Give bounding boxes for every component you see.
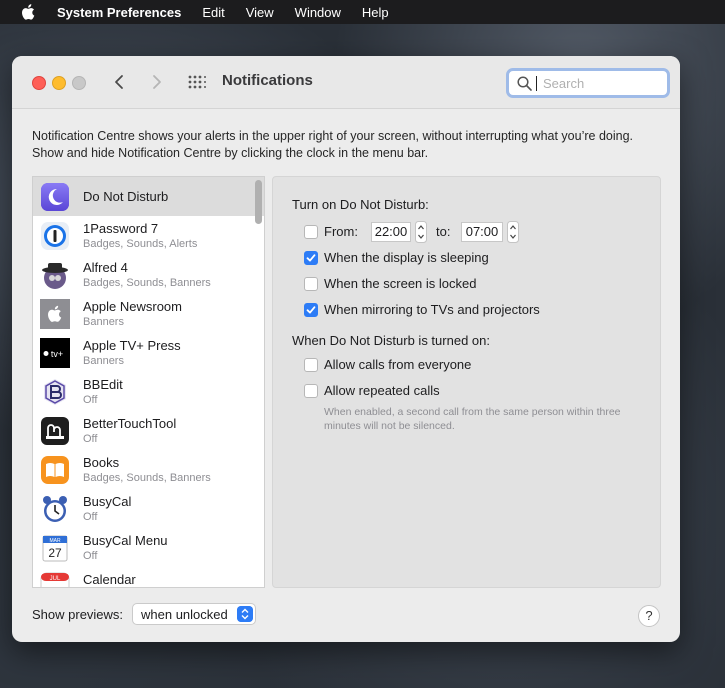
alfred-icon [42, 263, 68, 289]
window-title: Notifications [222, 72, 313, 89]
list-item-bettertouchtool[interactable]: BetterTouchTool Off [33, 411, 264, 450]
list-item-subtitle: Off [83, 433, 98, 445]
list-item-name: BetterTouchTool [83, 416, 177, 431]
menu-app-name[interactable]: System Preferences [57, 5, 181, 20]
bettertouchtool-icon [41, 417, 69, 445]
show-previews-value: when unlocked [141, 607, 228, 622]
list-item-name: 1Password 7 [83, 221, 159, 236]
from-checkbox[interactable] [304, 225, 318, 239]
list-item-name: Calendar [83, 572, 136, 587]
list-item-calendar[interactable]: JUL 17 Calendar [33, 567, 264, 588]
from-label: From: [324, 224, 358, 239]
dnd-settings-panel: Turn on Do Not Disturb: From: 22:00 to: … [272, 176, 661, 588]
list-item-name: Books [83, 455, 120, 470]
description-text: Notification Centre shows your alerts in… [32, 129, 634, 160]
list-item-subtitle: Banners [83, 355, 124, 367]
list-item-busycal[interactable]: BusyCal Off [33, 489, 264, 528]
search-field[interactable]: Search [506, 68, 670, 98]
list-item-subtitle: Badges, Sounds, Banners [83, 472, 211, 484]
title-bar: Notifications Search [12, 56, 680, 109]
from-time-field[interactable]: 22:00 [371, 222, 411, 242]
display-sleeping-label: When the display is sleeping [324, 250, 489, 265]
show-previews-label: Show previews: [32, 607, 124, 622]
apple-logo-icon[interactable] [20, 3, 36, 21]
search-icon [517, 75, 532, 91]
list-item-books[interactable]: Books Badges, Sounds, Banners [33, 450, 264, 489]
calendar-icon: JUL 17 [40, 572, 70, 588]
mirroring-label: When mirroring to TVs and projectors [324, 302, 540, 317]
1password-icon [41, 222, 69, 250]
calls-everyone-checkbox[interactable] [304, 358, 318, 372]
to-label: to: [436, 224, 451, 239]
list-item-alfred[interactable]: Alfred 4 Badges, Sounds, Banners [33, 255, 264, 294]
list-item-do-not-disturb[interactable]: Do Not Disturb [33, 177, 264, 216]
menu-help[interactable]: Help [362, 5, 389, 20]
bbedit-icon [44, 379, 66, 405]
checkmark-icon [306, 306, 316, 314]
minimize-button[interactable] [52, 76, 66, 90]
list-item-bbedit[interactable]: BBEdit Off [33, 372, 264, 411]
list-item-apple-tv-press[interactable]: tv+ Apple TV+ Press Banners [33, 333, 264, 372]
moon-icon [41, 183, 69, 211]
close-button[interactable] [32, 76, 46, 90]
menu-view[interactable]: View [246, 5, 274, 20]
screen-locked-checkbox[interactable] [304, 277, 318, 291]
search-placeholder: Search [543, 75, 585, 91]
turn-on-heading: Turn on Do Not Disturb: [292, 197, 429, 212]
list-item-name: Apple TV+ Press [83, 338, 181, 353]
list-item-name: Do Not Disturb [83, 189, 169, 204]
list-item-subtitle: Badges, Sounds, Banners [83, 277, 211, 289]
list-item-subtitle: Off [83, 550, 98, 562]
screen-locked-label: When the screen is locked [324, 276, 477, 291]
busycal-icon [43, 496, 67, 522]
from-time-stepper[interactable] [415, 221, 427, 243]
popup-arrows-icon [237, 606, 253, 622]
list-item-busycal-menu[interactable]: MAR 27 BusyCal Menu Off [33, 528, 264, 567]
apple-tv-icon: tv+ [40, 338, 70, 368]
zoom-button[interactable] [72, 76, 86, 90]
busycal-icon-month: MAR [49, 538, 61, 544]
apple-tv-icon-text: tv+ [51, 349, 63, 359]
to-time-stepper[interactable] [507, 221, 519, 243]
books-icon [41, 456, 69, 484]
to-time-field[interactable]: 07:00 [461, 222, 503, 242]
menu-bar: System Preferences Edit View Window Help [0, 0, 725, 24]
list-item-1password[interactable]: 1Password 7 Badges, Sounds, Alerts [33, 216, 264, 255]
show-all-grid-icon[interactable] [188, 75, 206, 89]
list-item-name: BBEdit [83, 377, 123, 392]
list-item-name: Alfred 4 [83, 260, 128, 275]
busycal-menu-icon: MAR 27 [42, 535, 68, 562]
back-chevron-icon[interactable] [110, 72, 130, 92]
menu-window[interactable]: Window [295, 5, 341, 20]
repeated-calls-note: When enabled, a second call from the sam… [324, 406, 621, 432]
calendar-icon-day: 17 [48, 584, 62, 588]
checkmark-icon [306, 254, 316, 262]
when-on-heading: When Do Not Disturb is turned on: [292, 333, 490, 348]
list-item-subtitle: Banners [83, 316, 124, 328]
repeated-calls-label: Allow repeated calls [324, 383, 440, 398]
list-item-subtitle: Off [83, 394, 98, 406]
text-caret [536, 75, 537, 91]
list-item-name: Apple Newsroom [83, 299, 182, 314]
show-previews-popup[interactable]: when unlocked [132, 603, 256, 625]
mirroring-checkbox[interactable] [304, 303, 318, 317]
busycal-icon-day: 27 [48, 546, 62, 560]
display-sleeping-checkbox[interactable] [304, 251, 318, 265]
repeated-calls-checkbox[interactable] [304, 384, 318, 398]
calls-everyone-label: Allow calls from everyone [324, 357, 472, 372]
list-item-apple-newsroom[interactable]: Apple Newsroom Banners [33, 294, 264, 333]
list-item-subtitle: Off [83, 511, 98, 523]
app-list[interactable]: Do Not Disturb 1Password 7 Badges, Sound… [32, 176, 265, 588]
help-button[interactable]: ? [638, 605, 660, 627]
menu-edit[interactable]: Edit [202, 5, 224, 20]
list-scrollbar[interactable] [255, 180, 262, 224]
apple-newsroom-icon [40, 299, 70, 329]
calendar-icon-month: JUL [50, 576, 61, 582]
list-item-name: BusyCal Menu [83, 533, 168, 548]
preferences-window: Notifications Search Notification Centre… [12, 56, 680, 642]
list-item-name: BusyCal [83, 494, 132, 509]
forward-chevron-icon[interactable] [146, 72, 166, 92]
list-item-subtitle: Badges, Sounds, Alerts [83, 238, 198, 250]
